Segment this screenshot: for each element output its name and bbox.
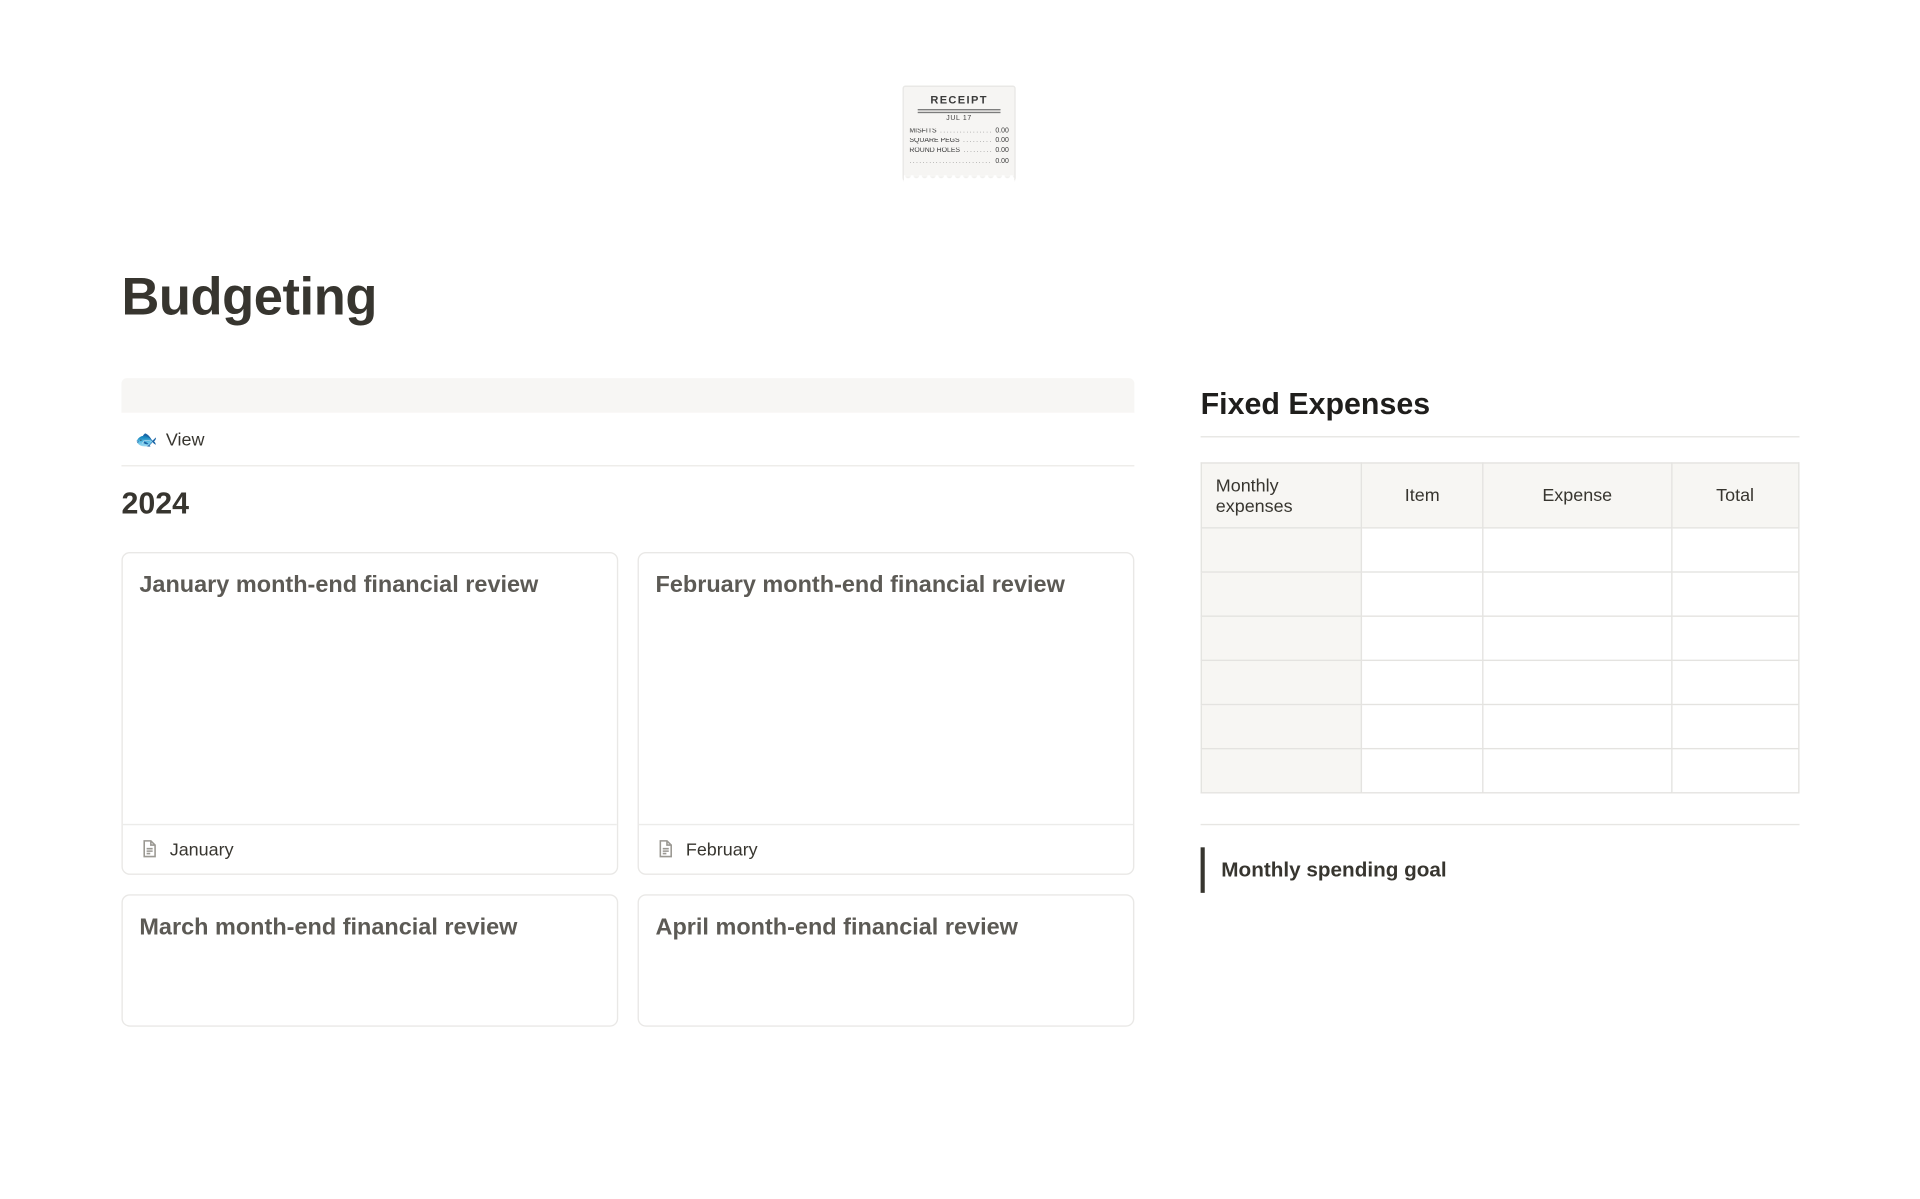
item-cell[interactable]	[1361, 528, 1483, 572]
expense-cell[interactable]	[1483, 572, 1671, 616]
card-title: April month-end financial review	[639, 896, 1133, 942]
receipt-line-label: MISFITS	[909, 128, 992, 136]
card-title: January month-end financial review	[123, 553, 617, 599]
receipt-title: RECEIPT	[909, 94, 1008, 107]
table-row[interactable]	[1201, 616, 1799, 660]
item-cell[interactable]	[1361, 704, 1483, 748]
table-row[interactable]	[1201, 704, 1799, 748]
receipt-total-amount: 0.00	[995, 158, 1008, 166]
table-header-item[interactable]: Item	[1361, 463, 1483, 528]
view-tab[interactable]: 🐟 View	[121, 414, 1134, 466]
receipt-line-label: SQUARE PEGS	[909, 138, 992, 146]
receipt-icon: RECEIPT JUL 17 MISFITS0.00 SQUARE PEGS0.…	[903, 86, 1016, 181]
section-title-fixed-expenses[interactable]: Fixed Expenses	[1201, 378, 1800, 437]
receipt-line-amount: 0.00	[995, 138, 1008, 146]
expense-cell[interactable]	[1483, 528, 1671, 572]
section-divider	[1201, 824, 1800, 825]
card-month-label: February	[686, 839, 758, 860]
table-header-rowhead[interactable]: Monthly expenses	[1201, 463, 1361, 528]
page-icon-area: RECEIPT JUL 17 MISFITS0.00 SQUARE PEGS0.…	[0, 0, 1918, 181]
total-cell[interactable]	[1671, 528, 1798, 572]
view-label: View	[166, 429, 205, 450]
cards-grid: January month-end financial review Janua…	[121, 552, 1134, 1027]
monthly-spending-goal-callout[interactable]: Monthly spending goal	[1201, 847, 1800, 893]
receipt-line-label: ROUND HOLES	[909, 148, 992, 156]
row-label-cell[interactable]	[1201, 616, 1361, 660]
total-cell[interactable]	[1671, 660, 1798, 704]
fixed-expenses-tbody	[1201, 528, 1799, 793]
receipt-line-amount: 0.00	[995, 128, 1008, 136]
total-cell[interactable]	[1671, 616, 1798, 660]
card-march[interactable]: March month-end financial review	[121, 894, 618, 1026]
row-label-cell[interactable]	[1201, 704, 1361, 748]
row-label-cell[interactable]	[1201, 572, 1361, 616]
row-label-cell[interactable]	[1201, 528, 1361, 572]
fixed-expenses-table[interactable]: Monthly expenses Item Expense Total	[1201, 462, 1800, 793]
table-row[interactable]	[1201, 572, 1799, 616]
card-title: March month-end financial review	[123, 896, 617, 942]
callout-text: Monthly spending goal	[1221, 858, 1446, 881]
fish-icon: 🐟	[135, 430, 157, 448]
card-january[interactable]: January month-end financial review Janua…	[121, 552, 618, 875]
item-cell[interactable]	[1361, 572, 1483, 616]
item-cell[interactable]	[1361, 660, 1483, 704]
total-cell[interactable]	[1671, 572, 1798, 616]
table-row[interactable]	[1201, 660, 1799, 704]
expense-cell[interactable]	[1483, 616, 1671, 660]
expense-cell[interactable]	[1483, 704, 1671, 748]
database-header-strip	[121, 378, 1134, 414]
total-cell[interactable]	[1671, 704, 1798, 748]
card-footer[interactable]: January	[123, 824, 617, 874]
table-row[interactable]	[1201, 749, 1799, 793]
total-cell[interactable]	[1671, 749, 1798, 793]
item-cell[interactable]	[1361, 616, 1483, 660]
row-label-cell[interactable]	[1201, 660, 1361, 704]
item-cell[interactable]	[1361, 749, 1483, 793]
card-footer[interactable]: February	[639, 824, 1133, 874]
table-header-expense[interactable]: Expense	[1483, 463, 1671, 528]
card-title: February month-end financial review	[639, 553, 1133, 599]
table-header-total[interactable]: Total	[1671, 463, 1798, 528]
card-february[interactable]: February month-end financial review Febr…	[638, 552, 1135, 875]
doc-icon	[656, 840, 675, 859]
page-title[interactable]: Budgeting	[121, 269, 1918, 328]
row-label-cell[interactable]	[1201, 749, 1361, 793]
receipt-total-label	[909, 158, 992, 166]
receipt-line-amount: 0.00	[995, 148, 1008, 156]
expense-cell[interactable]	[1483, 660, 1671, 704]
table-row[interactable]	[1201, 528, 1799, 572]
expense-cell[interactable]	[1483, 749, 1671, 793]
card-april[interactable]: April month-end financial review	[638, 894, 1135, 1026]
receipt-date: JUL 17	[909, 116, 1008, 124]
doc-icon	[139, 840, 158, 859]
group-heading-year[interactable]: 2024	[121, 486, 1134, 522]
card-month-label: January	[170, 839, 234, 860]
